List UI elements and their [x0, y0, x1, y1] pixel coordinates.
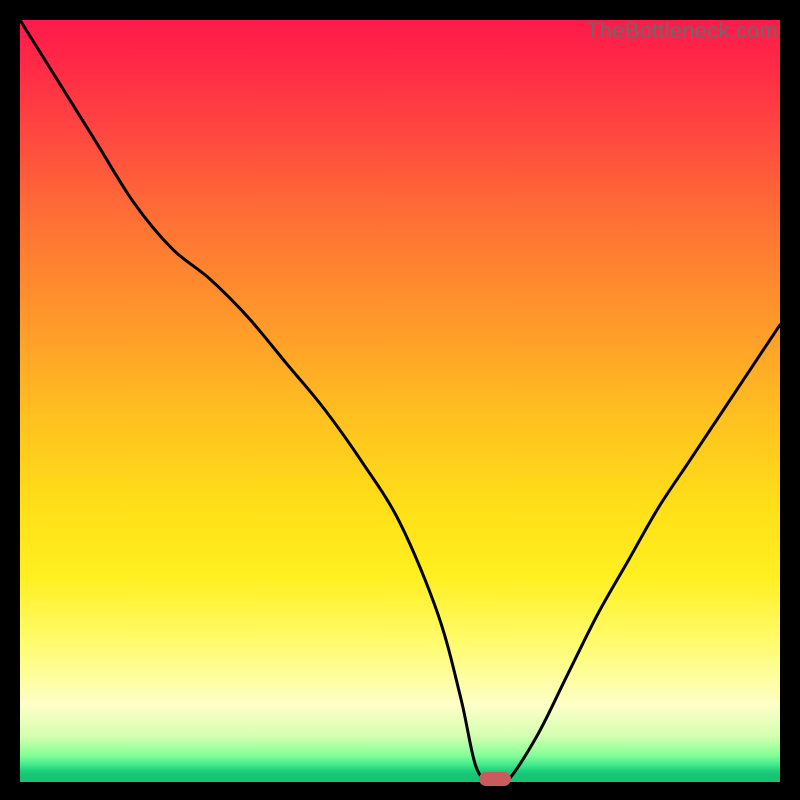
chart-container: TheBottleneck.com [0, 0, 800, 800]
optimum-marker [479, 772, 511, 786]
bottleneck-curve-line [20, 20, 780, 782]
chart-svg [20, 20, 780, 782]
chart-plot-area: TheBottleneck.com [20, 20, 780, 782]
